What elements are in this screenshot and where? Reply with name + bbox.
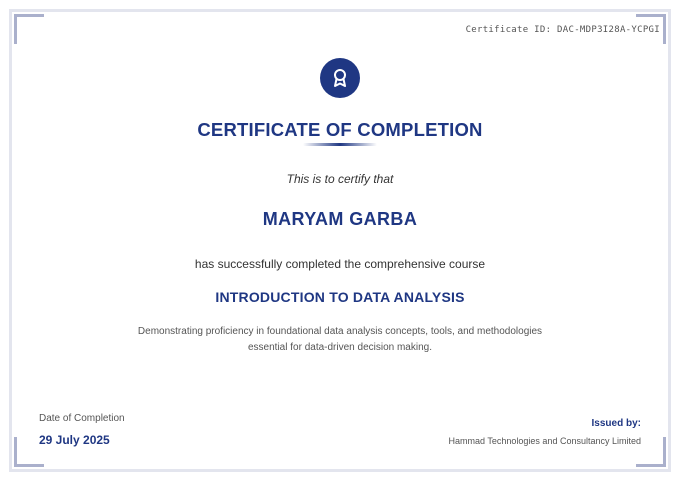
- title-underline-divider: [303, 143, 377, 146]
- date-of-completion-value: 29 July 2025: [39, 433, 110, 447]
- date-of-completion-label: Date of Completion: [39, 413, 125, 424]
- completed-line: has successfully completed the comprehen…: [194, 257, 486, 271]
- certificate-id: Certificate ID: DAC-MDP3I28A-YCPGI: [465, 25, 660, 35]
- certificate-page: Certificate ID: DAC-MDP3I28A-YCPGI CERTI…: [0, 0, 680, 481]
- course-description: Demonstrating proficiency in foundationa…: [130, 324, 550, 356]
- description-line-1: Demonstrating proficiency in foundationa…: [137, 326, 543, 337]
- course-name: INTRODUCTION TO DATA ANALYSIS: [215, 289, 465, 305]
- award-ribbon-icon: [320, 58, 360, 98]
- certificate-title: CERTIFICATE OF COMPLETION: [197, 119, 483, 140]
- issued-by-label: Issued by:: [591, 418, 641, 429]
- recipient-name: MARYAM GARBA: [262, 209, 418, 229]
- description-line-2: essential for data-driven decision makin…: [248, 342, 432, 353]
- issuer-name: Hammad Technologies and Consultancy Limi…: [448, 436, 641, 446]
- corner-ornament-top-left: [14, 14, 44, 44]
- certify-line: This is to certify that: [286, 172, 394, 186]
